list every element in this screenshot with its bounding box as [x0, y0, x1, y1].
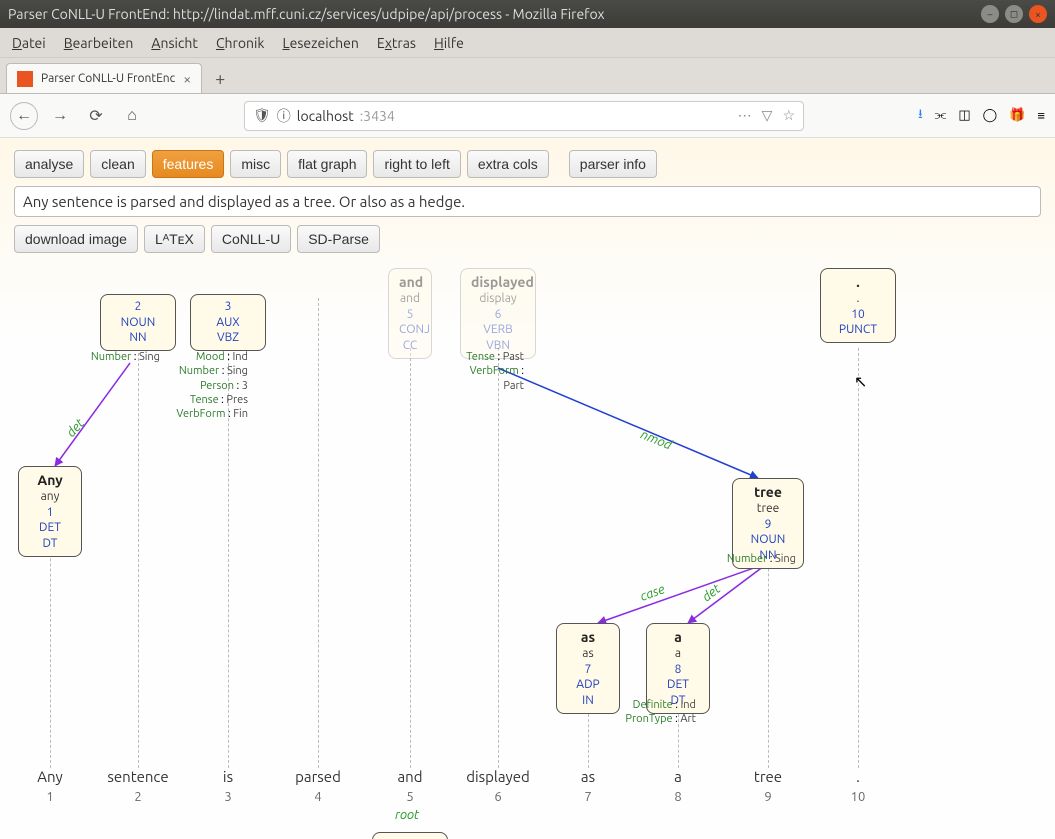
cursor-icon: ↖ [854, 372, 867, 391]
token-word: parsed [278, 768, 358, 785]
edge-label-det2: det [700, 582, 724, 605]
extracols-button[interactable]: extra cols [467, 150, 549, 178]
token-idx: 5 [370, 790, 450, 804]
node-as[interactable]: as as 7 ADP IN [556, 623, 620, 714]
info-icon: ⓘ [277, 106, 291, 126]
node-is[interactable]: 3 AUX VBZ [190, 294, 266, 351]
sidebar-icon[interactable]: ◫ [958, 108, 970, 123]
downloads-icon[interactable]: ⭳ [918, 105, 923, 127]
node-displayed[interactable]: displayed display 6 VERB VBN [460, 268, 536, 359]
feats-is: Mood : Ind Number : Sing Person : 3 Tens… [172, 350, 248, 421]
flatgraph-button[interactable]: flat graph [287, 150, 367, 178]
page-content: analyse clean features misc flat graph r… [0, 138, 1055, 839]
token-word: as [548, 768, 628, 785]
node-sentence[interactable]: 2 NOUN NN [100, 294, 176, 351]
tab-close-icon[interactable]: × [183, 71, 191, 87]
edge-label-det: det [64, 416, 87, 439]
url-host: localhost [297, 108, 354, 124]
analyse-button[interactable]: analyse [14, 150, 84, 178]
sentence-text: Any sentence is parsed and displayed as … [23, 193, 465, 210]
misc-button[interactable]: misc [230, 150, 281, 178]
menu-edit[interactable]: Bearbeiten [64, 35, 134, 51]
node-any[interactable]: Any any 1 DET DT [18, 466, 82, 557]
token-idx: 1 [10, 790, 90, 804]
reader-icon[interactable]: ▽ [762, 107, 773, 124]
token-word: and [370, 768, 450, 785]
menu-history[interactable]: Chronik [216, 35, 265, 51]
window-titlebar: Parser CoNLL-U FrontEnd: http://lindat.m… [0, 0, 1055, 28]
browser-menubar: Datei Bearbeiten Ansicht Chronik Lesezei… [0, 28, 1055, 58]
token-idx: 8 [638, 790, 718, 804]
feats-a: Definite : Ind PronType : Art [620, 698, 696, 727]
token-idx: 2 [98, 790, 178, 804]
dotline [138, 348, 139, 768]
feats-displayed: Tense : Past VerbForm : Part [448, 350, 524, 393]
feats-sentence: Number : Sing [90, 350, 160, 364]
token-word: displayed [458, 768, 538, 785]
window-minimize-button[interactable]: – [981, 5, 999, 23]
window-close-button[interactable]: × [1029, 5, 1047, 23]
menu-view[interactable]: Ansicht [151, 35, 198, 51]
parserinfo-button[interactable]: parser info [569, 150, 657, 178]
token-word: tree [728, 768, 808, 785]
edge-label-root: root [395, 808, 419, 822]
forward-button[interactable]: → [46, 102, 74, 130]
node-hedge[interactable]: hedge hedge 5 NOUN NN [372, 832, 448, 839]
browser-tabbar: Parser CoNLL-U FrontEnc × + [0, 58, 1055, 94]
library-icon[interactable]: ⫘ [935, 108, 947, 123]
favicon-icon [17, 71, 33, 87]
dotline [318, 298, 319, 768]
token-word: . [818, 768, 898, 785]
menu-extras[interactable]: Extras [377, 35, 416, 51]
clean-button[interactable]: clean [90, 150, 145, 178]
sentence-input[interactable]: Any sentence is parsed and displayed as … [14, 186, 1041, 217]
url-bar[interactable]: 🛡 ⓘ localhost :3434 ⋯ ▽ ☆ [244, 101, 804, 131]
shield-icon: 🛡 [253, 107, 271, 124]
new-tab-button[interactable]: + [206, 65, 234, 93]
toolbar-row-1: analyse clean features misc flat graph r… [0, 138, 1055, 186]
token-word: Any [10, 768, 90, 785]
url-port: :3434 [360, 108, 395, 124]
gift-icon[interactable]: 🎁 [1009, 108, 1025, 123]
menu-help[interactable]: Hilfe [434, 35, 464, 51]
window-maximize-button[interactable]: ◻ [1005, 5, 1023, 23]
token-word: is [188, 768, 268, 785]
window-title: Parser CoNLL-U FrontEnd: http://lindat.m… [8, 6, 605, 22]
token-idx: 6 [458, 790, 538, 804]
hamburger-icon[interactable]: ≡ [1037, 108, 1045, 123]
more-icon[interactable]: ⋯ [738, 107, 752, 124]
dotline [410, 348, 411, 768]
token-word: sentence [98, 768, 178, 785]
reload-button[interactable]: ⟳ [82, 102, 110, 130]
dotline [498, 348, 499, 768]
feats-tree: Number : Sing [720, 552, 796, 566]
browser-navbar: ← → ⟳ ⌂ 🛡 ⓘ localhost :3434 ⋯ ▽ ☆ ⭳ ⫘ ◫ ◯… [0, 94, 1055, 138]
dotline [858, 348, 859, 768]
token-idx: 3 [188, 790, 268, 804]
node-punct[interactable]: . . 10 PUNCT [820, 268, 896, 343]
node-and[interactable]: and and 5 CONJ CC [388, 268, 432, 359]
account-icon[interactable]: ◯ [983, 108, 998, 123]
tab-label: Parser CoNLL-U FrontEnc [41, 72, 175, 85]
features-button[interactable]: features [152, 150, 225, 178]
token-idx: 4 [278, 790, 358, 804]
token-idx: 10 [818, 790, 898, 804]
menu-file[interactable]: Datei [12, 35, 46, 51]
back-button[interactable]: ← [10, 102, 38, 130]
token-idx: 9 [728, 790, 808, 804]
browser-tab[interactable]: Parser CoNLL-U FrontEnc × [6, 63, 202, 93]
menu-bookmarks[interactable]: Lesezeichen [282, 35, 358, 51]
bookmark-star-icon[interactable]: ☆ [782, 107, 795, 124]
edge-label-case: case [638, 582, 666, 604]
token-idx: 7 [548, 790, 628, 804]
parse-diagram: det nmod case det root 2 NOUN NN 3 AUX V… [0, 228, 1055, 839]
edge-label-nmod: nmod [639, 427, 674, 452]
home-button[interactable]: ⌂ [118, 102, 146, 130]
rtl-button[interactable]: right to left [373, 150, 460, 178]
token-word: a [638, 768, 718, 785]
